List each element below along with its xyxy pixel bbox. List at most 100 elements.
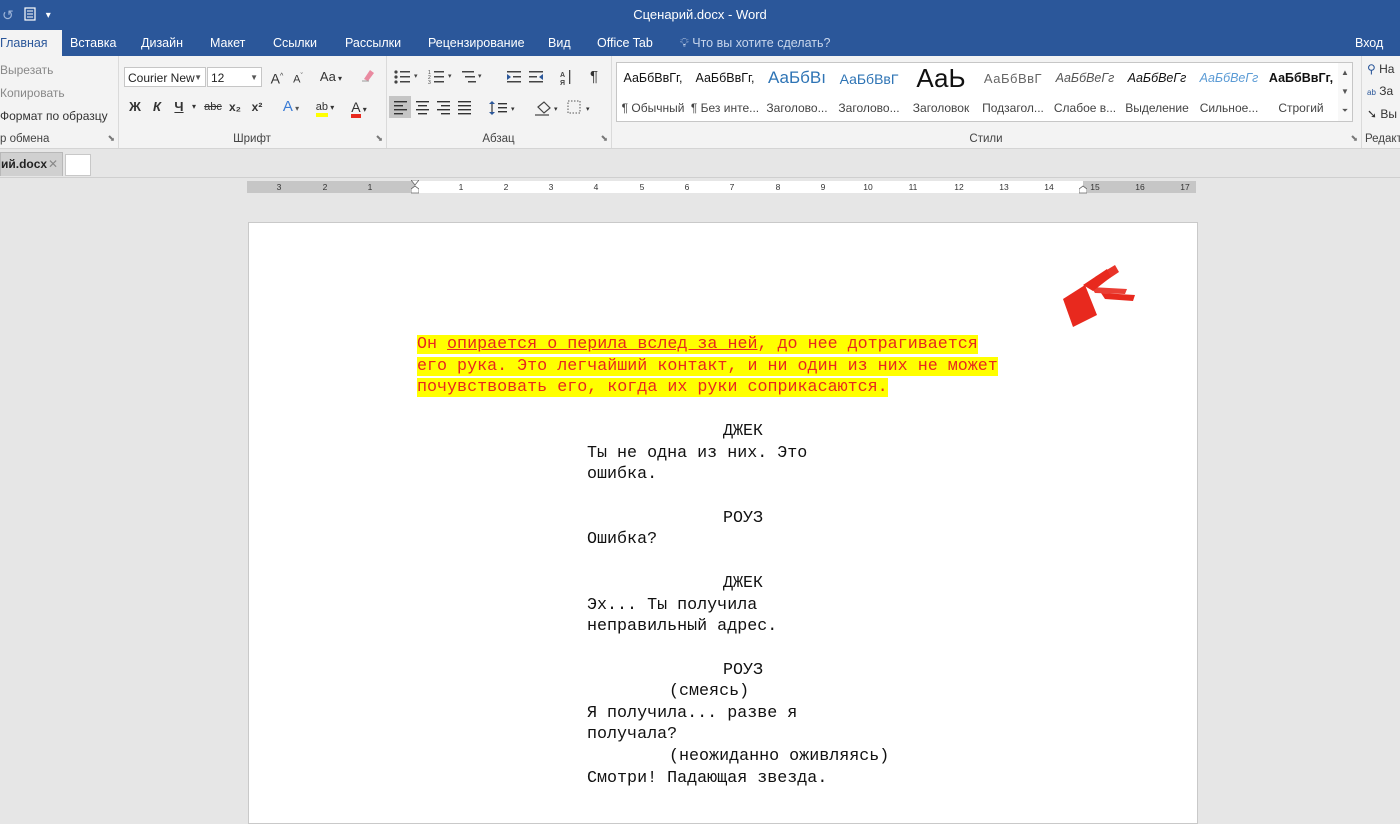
- character-cue[interactable]: ДЖЕК: [723, 421, 763, 443]
- copy-button[interactable]: Копировать: [0, 86, 65, 100]
- style-heading-1[interactable]: АаБбВı Заголово...: [761, 63, 833, 121]
- style-intense-emphasis[interactable]: АаБбВеГг Сильное...: [1193, 63, 1265, 121]
- dialog-launcher-icon[interactable]: ⬊: [1350, 133, 1358, 144]
- replace-button[interactable]: ab За: [1367, 84, 1393, 98]
- dialogue-line[interactable]: Ошибка?: [587, 529, 657, 551]
- dialogue-line[interactable]: Эх... Ты получила: [587, 595, 757, 617]
- action-line-3: почувствовать его, когда их руки соприка…: [417, 378, 888, 398]
- action-text: Он: [417, 335, 448, 354]
- action-paragraph[interactable]: Он опирается о перила вслед за ней, до н…: [417, 334, 998, 399]
- shrink-font-button[interactable]: Aˇ: [290, 67, 306, 87]
- select-button[interactable]: ➘ Вы: [1367, 107, 1397, 121]
- ruler-tick: 10: [863, 182, 873, 192]
- dialog-launcher-icon[interactable]: ⬊: [600, 133, 608, 144]
- tab-insert[interactable]: Вставка: [70, 30, 116, 56]
- dialog-launcher-icon[interactable]: ⬊: [375, 133, 383, 144]
- clear-formatting-icon[interactable]: [358, 67, 378, 87]
- ruler-tick: 13: [999, 182, 1009, 192]
- character-cue[interactable]: РОУЗ: [723, 660, 763, 682]
- lightbulb-icon: 💡︎: [680, 36, 689, 50]
- text-effects-button[interactable]: A ▾: [278, 97, 304, 117]
- document-tab-label: ий.docx: [1, 157, 48, 171]
- parenthetical[interactable]: (смеясь): [669, 681, 749, 703]
- style-emphasis[interactable]: АаБбВеГг Выделение: [1121, 63, 1193, 121]
- paragraph-row2-icons[interactable]: ▾ ▾ ▾: [392, 99, 602, 117]
- superscript-button[interactable]: x²: [248, 97, 266, 117]
- italic-button[interactable]: К: [148, 97, 166, 117]
- ruler-tick: 16: [1135, 182, 1145, 192]
- format-painter-button[interactable]: Формат по образцу: [0, 109, 108, 123]
- style-no-spacing[interactable]: АаБбВвГг, ¶ Без инте...: [689, 63, 761, 121]
- chevron-down-icon: ▼: [194, 73, 202, 82]
- style-preview: АаБбВвГ: [839, 71, 899, 87]
- ruler-tick: 4: [593, 182, 599, 192]
- dialogue-line[interactable]: Ты не одна из них. Это: [587, 443, 807, 465]
- tab-office-tab[interactable]: Office Tab: [597, 30, 653, 56]
- more-styles-icon[interactable]: ⏷: [1338, 101, 1352, 120]
- show-formatting-button[interactable]: ¶: [586, 67, 602, 87]
- style-subtitle[interactable]: АаБбВвГ Подзагол...: [977, 63, 1049, 121]
- style-normal[interactable]: АаБбВвГг, ¶ Обычный: [617, 63, 689, 121]
- ruler-tick: 5: [639, 182, 645, 192]
- tab-view[interactable]: Вид: [548, 30, 571, 56]
- tell-me-search[interactable]: 💡︎ Что вы хотите сделать?: [680, 30, 830, 56]
- style-subtle-emphasis[interactable]: АаБбВеГг Слабое в...: [1049, 63, 1121, 121]
- styles-gallery-scroll[interactable]: ▲ ▼ ⏷: [1338, 62, 1353, 122]
- indent-marker-icon[interactable]: [411, 180, 419, 194]
- style-strong[interactable]: АаБбВвГг, Строгий: [1265, 63, 1337, 121]
- tab-design[interactable]: Дизайн: [141, 30, 183, 56]
- tab-references[interactable]: Ссылки: [273, 30, 317, 56]
- character-cue[interactable]: ДЖЕК: [723, 573, 763, 595]
- style-name: Слабое в...: [1053, 101, 1117, 115]
- bold-button[interactable]: Ж: [126, 97, 144, 117]
- dialogue-line[interactable]: неправильный адрес.: [587, 616, 777, 638]
- cut-button[interactable]: Вырезать: [0, 63, 53, 77]
- style-title[interactable]: АаЬ Заголовок: [905, 63, 977, 121]
- parenthetical[interactable]: (неожиданно оживляясь): [669, 746, 889, 768]
- font-color-label: A: [351, 100, 361, 118]
- underlined-text: опирается о перила вслед за ней: [447, 335, 758, 354]
- underline-dropdown-icon[interactable]: ▾: [189, 97, 199, 117]
- dialogue-line[interactable]: ошибка.: [587, 464, 657, 486]
- tab-layout[interactable]: Макет: [210, 30, 245, 56]
- svg-text:▾: ▾: [511, 106, 515, 113]
- font-color-button[interactable]: A ▾: [344, 97, 374, 118]
- character-cue[interactable]: РОУЗ: [723, 508, 763, 530]
- close-icon[interactable]: ✕: [48, 153, 58, 175]
- editing-group: ⚲ На ab За ➘ Вы Редакт: [1361, 56, 1400, 148]
- font-family-select[interactable]: Courier New ▼: [124, 67, 206, 87]
- scroll-up-icon[interactable]: ▲: [1338, 63, 1352, 82]
- dialogue-line[interactable]: Смотри! Падающая звезда.: [587, 768, 827, 790]
- ruler-tick: 3: [276, 182, 282, 192]
- tab-home[interactable]: Главная: [0, 30, 62, 56]
- underline-button[interactable]: Ч: [170, 97, 188, 117]
- highlight-button[interactable]: ab ▾: [310, 97, 340, 117]
- svg-text:3: 3: [428, 80, 431, 86]
- find-label: На: [1379, 62, 1395, 76]
- font-size-select[interactable]: 12 ▼: [207, 67, 262, 87]
- dialogue-line[interactable]: Я получила... разве я: [587, 703, 797, 725]
- sign-in-link[interactable]: Вход: [1355, 30, 1383, 56]
- new-tab-button[interactable]: [65, 154, 91, 176]
- tab-mailings[interactable]: Рассылки: [345, 30, 401, 56]
- grow-font-button[interactable]: A^: [268, 67, 286, 87]
- document-page[interactable]: Он опирается о перила вслед за ней, до н…: [248, 222, 1198, 824]
- document-tab[interactable]: ий.docx ✕: [0, 152, 63, 176]
- dialogue-line[interactable]: получала?: [587, 724, 677, 746]
- dialog-launcher-icon[interactable]: ⬊: [107, 133, 115, 144]
- horizontal-ruler[interactable]: 3 2 1 1 2 3 4 5 6 7 8 9 10 11 12 13 14 1…: [247, 180, 1196, 194]
- scroll-down-icon[interactable]: ▼: [1338, 82, 1352, 101]
- strikethrough-button[interactable]: abc: [202, 97, 224, 117]
- style-name: Строгий: [1278, 101, 1324, 115]
- style-heading-2[interactable]: АаБбВвГ Заголово...: [833, 63, 905, 121]
- style-name: Заголово...: [838, 101, 900, 115]
- style-preview: АаБбВеГг: [1127, 71, 1187, 85]
- ruler-tick: 14: [1044, 182, 1054, 192]
- change-case-button[interactable]: Aa ▾: [317, 67, 345, 87]
- subscript-button[interactable]: x₂: [226, 97, 244, 117]
- action-text: , до нее дотрагивается: [757, 335, 978, 354]
- right-indent-marker-icon[interactable]: [1079, 180, 1087, 194]
- tab-review[interactable]: Рецензирование: [428, 30, 525, 56]
- paragraph-row1-icons[interactable]: ▾ 123 ▾ ▾ АЯ: [392, 68, 592, 86]
- find-button[interactable]: ⚲ На: [1367, 62, 1394, 76]
